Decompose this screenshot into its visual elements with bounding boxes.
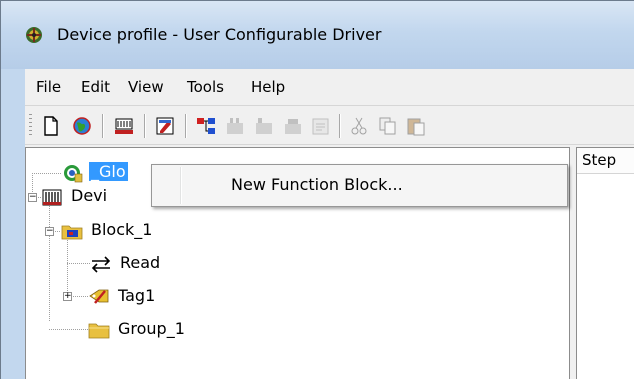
steps-list[interactable]: Step xyxy=(576,147,634,379)
globe-node-icon xyxy=(61,163,83,183)
collapse-toggle[interactable]: − xyxy=(45,227,54,236)
globe-icon[interactable] xyxy=(71,115,93,137)
menu-view[interactable]: View xyxy=(128,78,164,96)
tree-node-label: Block_1 xyxy=(91,220,153,239)
group-folder-icon xyxy=(88,320,110,340)
tree-node-group[interactable]: Group_1 xyxy=(88,318,218,342)
tree-node-label: Devi xyxy=(71,186,108,205)
column-header-step[interactable]: Step xyxy=(577,148,634,174)
edit-properties-icon[interactable] xyxy=(154,115,176,137)
menu-tools[interactable]: Tools xyxy=(187,78,224,96)
tree-node-label: _Glo xyxy=(89,162,128,181)
device-icon[interactable] xyxy=(113,115,135,137)
tree-structure-icon[interactable] xyxy=(195,115,217,137)
menu-bar: File Edit View Tools Help xyxy=(25,69,634,106)
menu-edit[interactable]: Edit xyxy=(81,78,110,96)
toolbar-separator xyxy=(144,114,146,138)
context-menu: New Function Block... xyxy=(151,164,568,207)
tree-node-label: Read xyxy=(120,253,161,272)
window-title: Device profile - User Configurable Drive… xyxy=(57,25,382,44)
block-icon[interactable] xyxy=(224,115,246,137)
new-document-icon[interactable] xyxy=(40,115,62,137)
config-gear-icon xyxy=(24,25,44,45)
paste-icon[interactable] xyxy=(405,115,427,137)
device-node-icon xyxy=(41,187,63,207)
expand-toggle[interactable]: + xyxy=(63,292,72,301)
toolbar xyxy=(25,106,634,145)
copy-icon[interactable] xyxy=(377,115,399,137)
window-frame xyxy=(1,69,25,379)
block-folder-icon xyxy=(61,221,83,241)
menu-item-label: New Function Block... xyxy=(231,175,403,194)
title-bar[interactable]: Device profile - User Configurable Drive… xyxy=(1,1,634,69)
collapse-toggle[interactable]: − xyxy=(28,193,37,202)
new-function-block-menu-item[interactable]: New Function Block... xyxy=(154,167,565,204)
tree-node-device[interactable]: Devi xyxy=(41,185,161,209)
tree-node-block[interactable]: Block_1 xyxy=(61,219,191,243)
block-icon-3[interactable] xyxy=(282,115,304,137)
tree-node-label: Group_1 xyxy=(118,319,185,338)
block-icon-2[interactable] xyxy=(253,115,275,137)
tree-node-label: Tag1 xyxy=(118,286,156,305)
tree-node-read[interactable]: Read xyxy=(90,252,210,276)
toolbar-separator xyxy=(102,114,104,138)
properties-icon[interactable] xyxy=(310,115,332,137)
toolbar-separator xyxy=(339,114,341,138)
menu-file[interactable]: File xyxy=(36,78,61,96)
column-header-label: Step xyxy=(582,151,617,169)
toolbar-grip[interactable] xyxy=(29,114,32,138)
tag-icon xyxy=(88,287,110,307)
menu-help[interactable]: Help xyxy=(251,78,285,96)
toolbar-separator xyxy=(185,114,187,138)
read-arrows-icon xyxy=(90,254,112,274)
app-window: Device profile - User Configurable Drive… xyxy=(0,0,634,379)
cut-icon[interactable] xyxy=(348,115,370,137)
tree-node-tag[interactable]: Tag1 xyxy=(88,285,208,309)
